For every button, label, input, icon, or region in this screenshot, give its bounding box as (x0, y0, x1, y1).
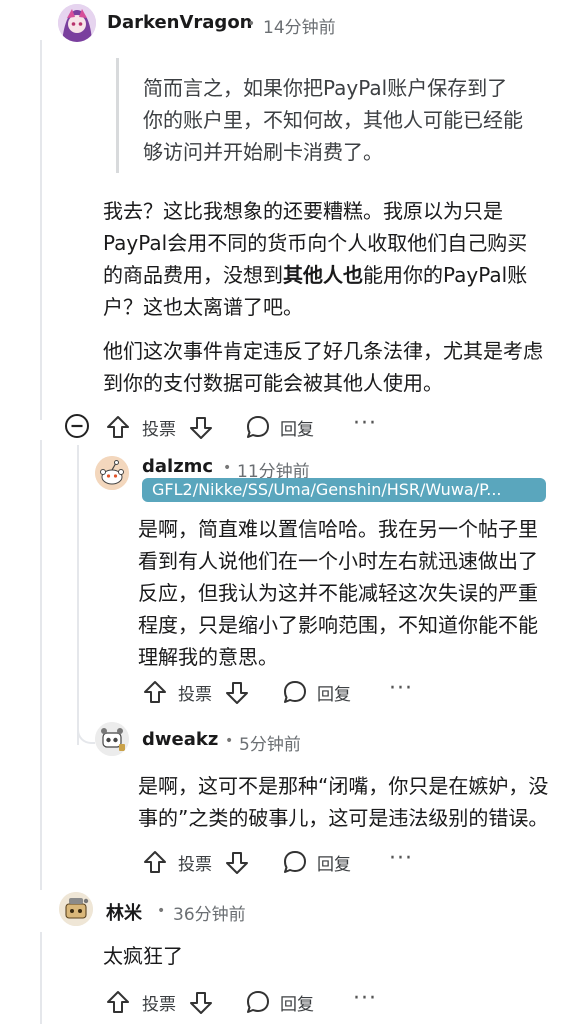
thread-line-c1-left (40, 440, 42, 890)
username[interactable]: DarkenVragon (107, 12, 253, 33)
vote-text: 投票 (142, 994, 176, 1015)
comment-paragraph: 我去？这比我想象的还要糟糕。我原以为只是 PayPal会用不同的货币向个人收取他… (103, 195, 563, 323)
thread-branch (77, 720, 95, 744)
arrow-down-icon (190, 417, 212, 439)
arrow-up-icon (107, 991, 129, 1013)
text-line: 是啊，这可不是那种“闭嘴，你只是在嫉妒，没 (138, 774, 549, 798)
avatar[interactable] (95, 456, 129, 490)
downvote-button[interactable] (225, 848, 249, 878)
reply-text: 回复 (317, 854, 351, 875)
reply-text: 回复 (317, 684, 351, 705)
upvote-button[interactable] (143, 677, 167, 707)
text-line: 看到有人说他们在一个小时左右就迅速做出了 (138, 549, 538, 573)
text-line: 的商品费用，没想到其他人也能用你的PayPal账 (103, 259, 563, 291)
arrow-down-icon (226, 852, 248, 874)
reply-button[interactable]: 回复 (245, 987, 314, 1017)
vote-label: 投票 (178, 847, 212, 877)
bold-text: 其他人也 (283, 263, 363, 287)
robot-avatar-icon (95, 722, 129, 756)
reply-button[interactable]: 回复 (282, 677, 351, 707)
arrow-up-icon (107, 416, 129, 438)
upvote-button[interactable] (106, 412, 130, 442)
text-line: 程度，只是缩小了影响范围，不知道你能不能 (138, 613, 538, 637)
reply-text: 回复 (280, 994, 314, 1015)
vote-text: 投票 (142, 419, 176, 440)
avatar[interactable] (95, 722, 129, 756)
upvote-button[interactable] (106, 987, 130, 1017)
arrow-up-icon (144, 681, 166, 703)
downvote-button[interactable] (189, 413, 213, 443)
vote-label: 投票 (142, 412, 176, 442)
separator-dot: • (247, 16, 256, 32)
comment-paragraph: 他们这次事件肯定违反了好几条法律，尤其是考虑 到你的支付数据可能会被其他人使用。 (103, 335, 563, 399)
text-line: 是啊，简直难以置信哈哈。我在另一个帖子里 (138, 517, 538, 541)
thread-line-main-lower (40, 932, 42, 1024)
comment-body: 太疯狂了 (103, 944, 183, 968)
more-options-button[interactable]: ··· (389, 846, 413, 871)
arrow-down-icon (190, 992, 212, 1014)
text-line: 他们这次事件肯定违反了好几条法律，尤其是考虑 (103, 339, 543, 363)
quote-block: 简而言之，如果你把PayPal账户保存到了 你的账户里，不知何故，其他人可能已经… (116, 58, 573, 173)
text-line: 我去？这比我想象的还要糟糕。我原以为只是 (103, 199, 503, 223)
comment-body: 是啊，简直难以置信哈哈。我在另一个帖子里 看到有人说他们在一个小时左右就迅速做出… (138, 513, 568, 673)
arrow-up-icon (144, 851, 166, 873)
quote-line: 够访问并开始刷卡消费了。 (143, 140, 383, 164)
separator-dot: • (223, 460, 232, 476)
separator-dot: • (225, 733, 234, 749)
text-span: 的商品费用，没想到 (103, 263, 283, 287)
collapse-button[interactable] (64, 413, 90, 439)
arrow-down-icon (226, 682, 248, 704)
downvote-button[interactable] (189, 988, 213, 1018)
thread-line-main (40, 40, 42, 420)
avatar[interactable] (58, 4, 96, 42)
reply-button[interactable]: 回复 (282, 847, 351, 877)
downvote-button[interactable] (225, 678, 249, 708)
snoo-avatar-icon (95, 456, 129, 490)
text-span: 能用你的PayPal账 (363, 263, 528, 287)
timestamp: 36分钟前 (173, 905, 246, 925)
timestamp: 5分钟前 (239, 735, 301, 755)
timestamp: 14分钟前 (263, 18, 336, 38)
username[interactable]: dweakz (142, 729, 218, 750)
text-line: 到你的支付数据可能会被其他人使用。 (103, 371, 443, 395)
more-options-button[interactable]: ··· (353, 986, 377, 1011)
anime-avatar-icon (58, 4, 96, 42)
user-flair: GFL2/Nikke/SS/Uma/Genshin/HSR/Wuwa/P... (142, 478, 546, 502)
avatar[interactable] (59, 892, 93, 926)
vote-text: 投票 (178, 854, 212, 875)
collapse-minus-icon (65, 414, 89, 438)
more-options-button[interactable]: ··· (353, 411, 377, 436)
text-line: 户？这也太离谱了吧。 (103, 295, 303, 319)
text-line: 事的”之类的破事儿，这可是违法级别的错误。 (138, 806, 549, 830)
more-options-button[interactable]: ··· (389, 676, 413, 701)
comment-bubble-icon (284, 851, 306, 873)
quote-line: 你的账户里，不知何故，其他人可能已经能 (143, 108, 523, 132)
thread-line-replies (77, 445, 79, 745)
comment-bubble-icon (284, 681, 306, 703)
username[interactable]: dalzmc (142, 456, 213, 477)
text-line: 反应，但我认为这并不能减轻这次失误的严重 (138, 581, 538, 605)
separator-dot: • (157, 903, 166, 919)
text-line: PayPal会用不同的货币向个人收取他们自己购买 (103, 231, 528, 255)
reply-text: 回复 (280, 419, 314, 440)
text-line: 理解我的意思。 (138, 645, 278, 669)
comment-bubble-icon (247, 991, 269, 1013)
comment-bubble-icon (247, 416, 269, 438)
quote-line: 简而言之，如果你把PayPal账户保存到了 (143, 76, 508, 100)
vote-text: 投票 (178, 684, 212, 705)
vote-label: 投票 (178, 677, 212, 707)
upvote-button[interactable] (143, 847, 167, 877)
username[interactable]: 林米 (106, 899, 142, 925)
comment-body: 是啊，这可不是那种“闭嘴，你只是在嫉妒，没 事的”之类的破事儿，这可是违法级别的… (138, 770, 578, 834)
snoo-avatar-icon (59, 892, 93, 926)
vote-label: 投票 (142, 987, 176, 1017)
reply-button[interactable]: 回复 (245, 412, 314, 442)
